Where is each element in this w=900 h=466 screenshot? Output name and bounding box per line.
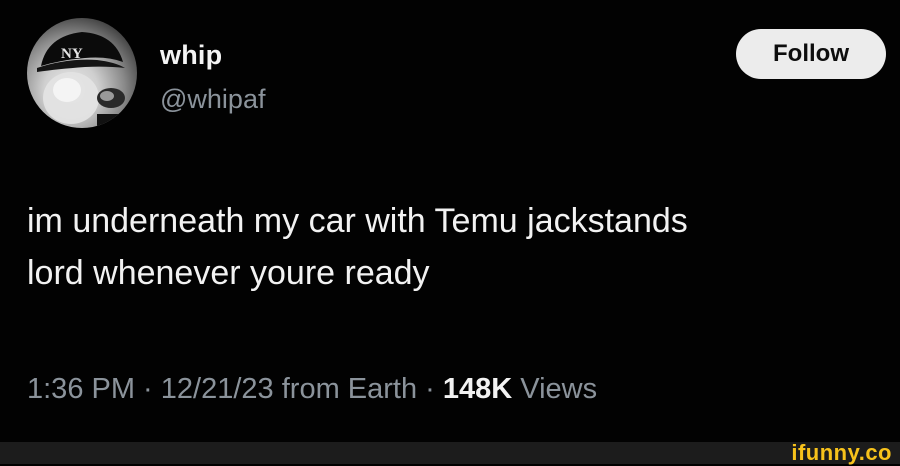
- avatar[interactable]: NY: [27, 18, 137, 128]
- watermark-bar: [0, 442, 900, 464]
- tweet-meta: 1:36 PM · 12/21/23 from Earth · 148K Vie…: [27, 373, 597, 406]
- avatar-photo-icon: NY: [37, 32, 137, 128]
- views-count[interactable]: 148K: [443, 373, 512, 405]
- user-handle[interactable]: @whipaf: [160, 84, 265, 115]
- follow-button[interactable]: Follow: [736, 29, 886, 79]
- meta-separator: ·: [417, 373, 443, 405]
- meta-separator: ·: [135, 373, 161, 405]
- views-label: Views: [520, 373, 598, 405]
- tweet-text-line-1: im underneath my car with Temu jackstand…: [27, 202, 688, 240]
- tweet-card: NY whip @whipaf Follow im underneath my …: [0, 0, 900, 442]
- ifunny-watermark: ifunny.co: [791, 440, 892, 465]
- tweet-text-line-2: lord whenever youre ready: [27, 254, 430, 292]
- tweet-time[interactable]: 1:36 PM: [27, 373, 135, 405]
- svg-text:NY: NY: [61, 46, 83, 62]
- display-name[interactable]: whip: [160, 40, 222, 71]
- tweet-text: im underneath my car with Temu jackstand…: [27, 195, 877, 299]
- tweet-source: from Earth: [281, 373, 418, 405]
- tweet-date[interactable]: 12/21/23: [161, 373, 274, 405]
